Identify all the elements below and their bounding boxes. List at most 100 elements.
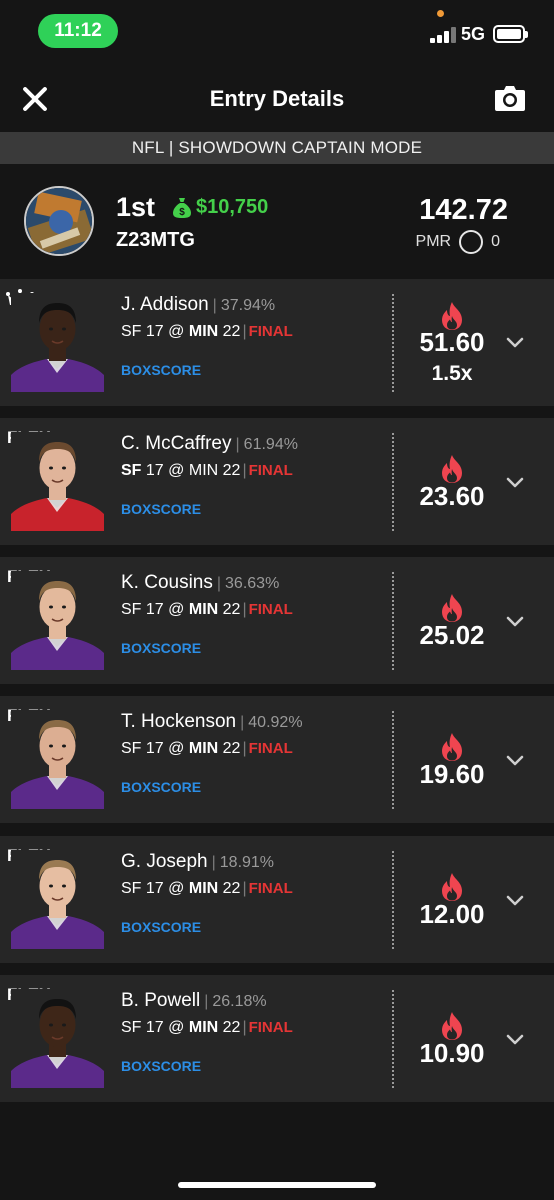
away-score: 17: [145, 880, 164, 897]
ownership-pct: 61.94%: [243, 436, 298, 453]
home-score: 22: [222, 462, 241, 479]
home-team: MIN: [188, 1019, 219, 1036]
flame-icon: [442, 873, 462, 901]
game-status: FINAL: [248, 462, 293, 479]
svg-text:$: $: [179, 207, 185, 218]
game-info: SF 17 @ MIN 22 | FINAL: [121, 323, 293, 340]
boxscore-link[interactable]: BOXSCORE: [121, 362, 201, 378]
flame-icon: [442, 455, 462, 483]
pmr-ring-icon: [459, 230, 484, 254]
game-info: SF 17 @ MIN 22 | FINAL: [121, 880, 293, 897]
player-card[interactable]: J. Addison | 37.94% SF 17 @ MIN 22 | FINAL B…: [0, 279, 554, 406]
boxscore-link[interactable]: BOXSCORE: [121, 640, 201, 656]
fantasy-points: 25.02: [419, 620, 485, 650]
ownership-pct: 18.91%: [219, 854, 275, 871]
player-card[interactable]: FLEX B. Powell|26.18% SF 17 @ MIN 22|FIN…: [0, 975, 554, 1102]
entry-total-points: 142.72: [419, 194, 508, 226]
home-score: 22: [222, 323, 241, 340]
chevron-down-icon[interactable]: [505, 1033, 525, 1047]
network-label: 5G: [461, 24, 486, 44]
player-card[interactable]: FLEX K. Cousins|36.63% SF 17 @ MIN 22|FI…: [0, 557, 554, 684]
game-info: SF 17 @ MIN 22 | FINAL: [121, 462, 293, 479]
chevron-down-icon[interactable]: [505, 754, 525, 768]
privacy-indicator-dot: [437, 10, 444, 17]
winnings: $ $10,750: [172, 196, 268, 219]
away-score: 17: [145, 740, 164, 757]
player-headshot: [11, 989, 104, 1088]
home-team: MIN: [188, 740, 219, 757]
player-name[interactable]: K. Cousins: [121, 572, 213, 593]
boxscore-link[interactable]: BOXSCORE: [121, 919, 201, 935]
ownership-pct: 40.92%: [248, 714, 303, 731]
away-score: 17: [145, 1019, 164, 1036]
game-info: SF 17 @ MIN 22 | FINAL: [121, 1019, 293, 1036]
game-status: FINAL: [248, 740, 293, 757]
player-name-line: B. Powell | 26.18%: [121, 990, 267, 1011]
chevron-down-icon[interactable]: [505, 476, 525, 490]
player-name[interactable]: G. Joseph: [121, 851, 208, 872]
at-symbol: @: [168, 1019, 185, 1036]
money-bag-icon: $: [173, 197, 191, 218]
boxscore-link[interactable]: BOXSCORE: [121, 779, 201, 795]
home-score: 22: [222, 880, 241, 897]
player-headshot: [11, 432, 104, 531]
player-name[interactable]: J. Addison: [121, 294, 209, 315]
home-team: MIN: [188, 601, 219, 618]
game-info: SF 17 @ MIN 22 | FINAL: [121, 740, 293, 757]
flame-icon: [442, 733, 462, 761]
away-team: SF: [121, 1019, 142, 1036]
divider: [392, 294, 394, 392]
away-team: SF: [121, 462, 142, 479]
away-score: 17: [145, 323, 164, 340]
fantasy-points: 51.60: [419, 327, 485, 357]
player-name[interactable]: B. Powell: [121, 990, 200, 1011]
divider: [392, 990, 394, 1088]
signal-icon: [430, 27, 456, 43]
divider: [392, 851, 394, 949]
away-score: 17: [145, 462, 164, 479]
chevron-down-icon[interactable]: [505, 615, 525, 629]
pmr-indicator: PMR 0: [416, 230, 500, 254]
at-symbol: @: [168, 601, 185, 618]
fantasy-points: 23.60: [419, 481, 485, 511]
player-name[interactable]: C. McCaffrey: [121, 433, 232, 454]
player-headshot: [11, 850, 104, 949]
game-status: FINAL: [248, 880, 293, 897]
flame-icon: [442, 594, 462, 622]
boxscore-link[interactable]: BOXSCORE: [121, 501, 201, 517]
player-card[interactable]: FLEX C. McCaffrey|61.94% SF 17 @ MIN 22|…: [0, 418, 554, 545]
player-name-line: C. McCaffrey | 61.94%: [121, 433, 298, 454]
chevron-down-icon[interactable]: [505, 336, 525, 350]
fantasy-points: 19.60: [419, 759, 485, 789]
contest-mode-banner: NFL | SHOWDOWN CAPTAIN MODE: [0, 132, 554, 164]
battery-icon: [493, 25, 528, 43]
away-team: SF: [121, 740, 142, 757]
player-card[interactable]: FLEX G. Joseph|18.91% SF 17 @ MIN 22|FIN…: [0, 836, 554, 963]
player-name-line: G. Joseph | 18.91%: [121, 851, 275, 872]
fantasy-points: 10.90: [419, 1038, 485, 1068]
entry-summary: 1st $ $10,750 Z23MTG 142.72 PMR 0: [0, 170, 554, 274]
divider: [392, 433, 394, 531]
at-symbol: @: [168, 740, 185, 757]
camera-icon[interactable]: [494, 84, 526, 112]
ownership-pct: 36.63%: [225, 575, 280, 592]
app-header: Entry Details: [0, 70, 554, 132]
home-score: 22: [222, 601, 241, 618]
player-name[interactable]: T. Hockenson: [121, 711, 236, 732]
divider: [392, 572, 394, 670]
flame-icon: [442, 1012, 462, 1040]
home-indicator[interactable]: [178, 1182, 376, 1188]
away-team: SF: [121, 601, 142, 618]
at-symbol: @: [168, 880, 185, 897]
home-team: MIN: [188, 880, 219, 897]
player-card[interactable]: FLEX T. Hockenson|40.92% SF 17 @ MIN 22|…: [0, 696, 554, 823]
player-headshot: [11, 293, 104, 392]
home-team: MIN: [188, 323, 219, 340]
away-team: SF: [121, 323, 142, 340]
away-team: SF: [121, 880, 142, 897]
player-name-line: T. Hockenson | 40.92%: [121, 711, 303, 732]
ownership-pct: 26.18%: [212, 993, 267, 1010]
chevron-down-icon[interactable]: [505, 894, 525, 908]
page-title: Entry Details: [209, 86, 345, 111]
boxscore-link[interactable]: BOXSCORE: [121, 1058, 201, 1074]
